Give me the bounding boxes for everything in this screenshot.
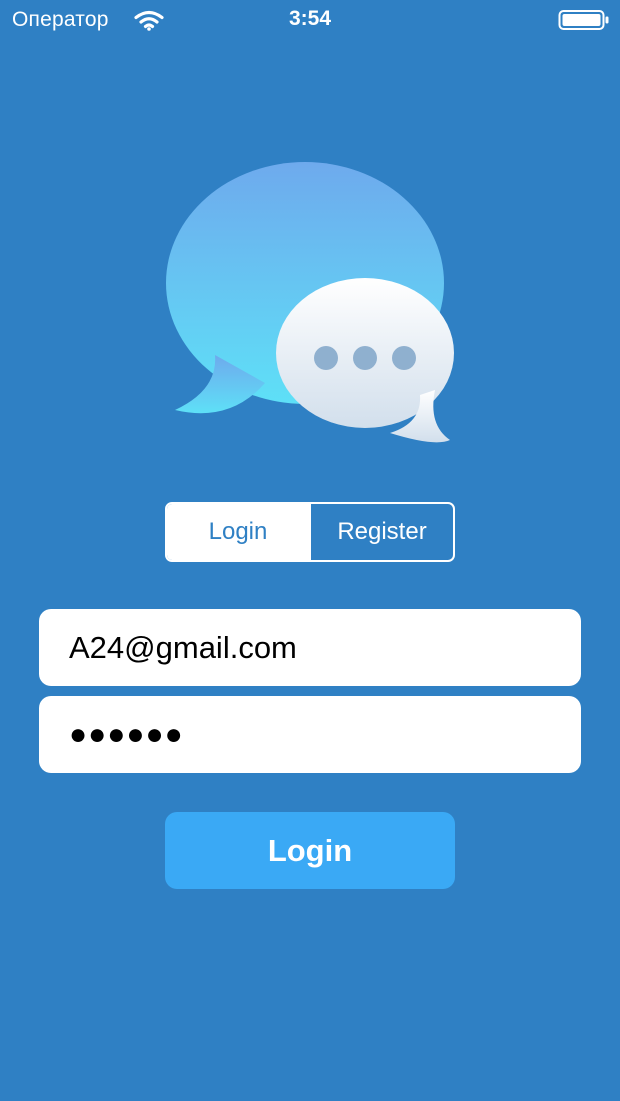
battery-icon <box>558 10 609 30</box>
auth-segmented-control: Login Register <box>165 502 455 562</box>
register-tab[interactable]: Register <box>309 504 453 560</box>
chat-bubbles-icon <box>166 162 454 443</box>
email-field[interactable]: A24@gmail.com <box>39 609 581 686</box>
status-bar: Оператор 3:54 <box>0 0 620 40</box>
password-field[interactable]: ●●●●●● <box>39 696 581 773</box>
status-time: 3:54 <box>288 7 332 30</box>
login-tab[interactable]: Login <box>167 504 309 560</box>
login-button[interactable]: Login <box>165 812 455 889</box>
